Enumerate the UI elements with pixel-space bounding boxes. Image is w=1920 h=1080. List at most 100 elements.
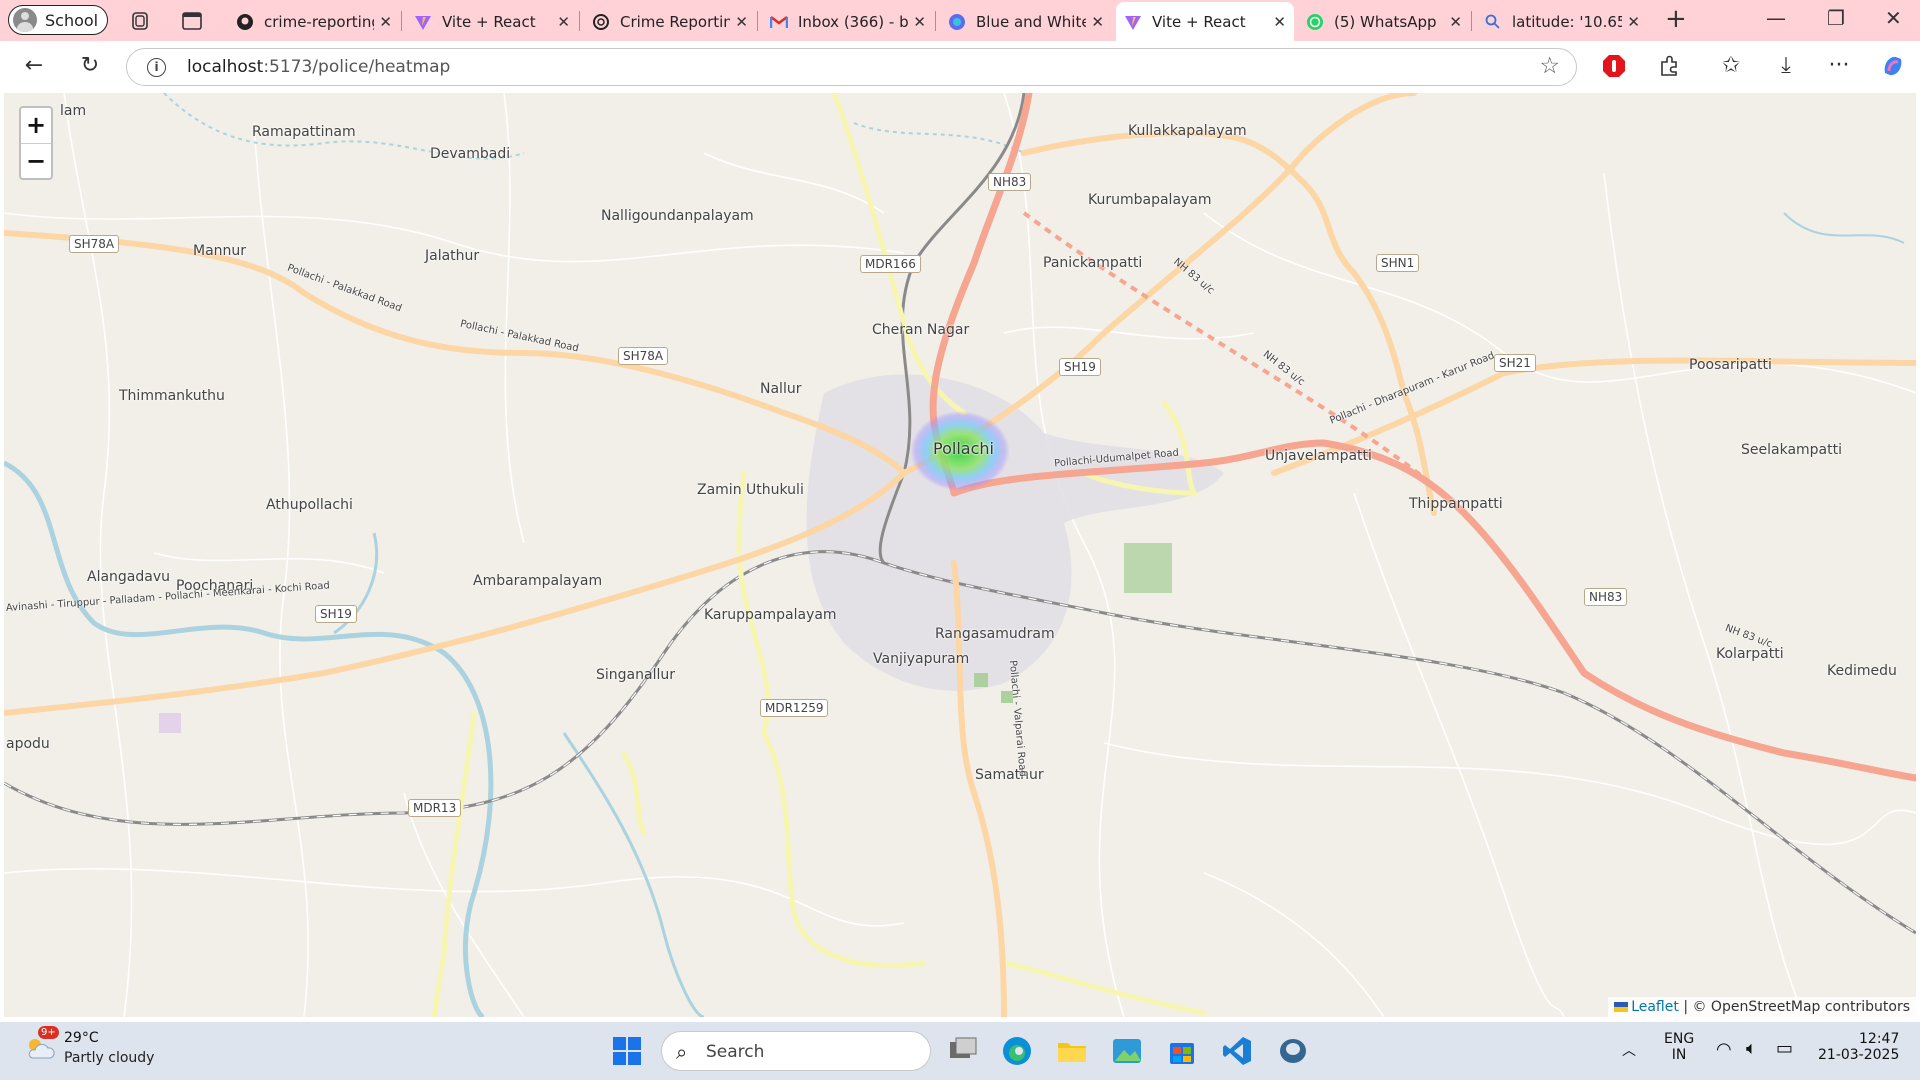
minimize-button[interactable]: —: [1766, 6, 1786, 30]
zoom-out-button[interactable]: −: [21, 143, 51, 178]
leaflet-link[interactable]: Leaflet: [1631, 999, 1679, 1015]
new-tab-button[interactable]: +: [1665, 4, 1687, 34]
adblock-icon[interactable]: [1601, 53, 1627, 79]
place-label: lam: [60, 103, 87, 119]
more-menu-icon[interactable]: ···: [1826, 53, 1852, 79]
tab-title: Inbox (366) - b: [798, 12, 908, 31]
restore-button[interactable]: ❐: [1827, 6, 1845, 30]
map-attribution: Leaflet | © OpenStreetMap contributors: [1608, 997, 1916, 1017]
tab-title: Crime Reporting: [620, 12, 730, 31]
back-arrow-icon[interactable]: ←: [21, 53, 47, 79]
place-label: Unjavelampatti: [1265, 448, 1372, 464]
tab-strip: School crime-reporting ✕ Vite + React ✕ …: [0, 0, 1920, 41]
photos-icon[interactable]: [1110, 1034, 1144, 1068]
tab-0[interactable]: crime-reporting ✕: [228, 2, 400, 41]
place-label: Zamin Uthukuli: [697, 482, 804, 498]
place-label: Kurumbapalayam: [1088, 192, 1212, 208]
site-info-icon[interactable]: i: [147, 58, 166, 77]
weather-condition: Partly cloudy: [64, 1050, 155, 1066]
address-bar[interactable]: i localhost:5173/police/heatmap ☆: [126, 48, 1577, 86]
place-label: Cheran Nagar: [872, 322, 970, 338]
downloads-icon[interactable]: ⤓: [1773, 53, 1799, 79]
heatmap-map[interactable]: + − Pollachi Ramapattinam Devambadi Nall…: [4, 93, 1916, 1017]
close-icon[interactable]: ✕: [1627, 13, 1640, 31]
tray-overflow-icon[interactable]: ︿: [1622, 1040, 1636, 1060]
osm-attribution[interactable]: | © OpenStreetMap contributors: [1683, 999, 1910, 1015]
vite-icon: [414, 13, 432, 31]
place-label: Jalathur: [425, 248, 480, 264]
partly-cloudy-icon: [28, 1039, 55, 1059]
close-icon[interactable]: ✕: [1091, 13, 1104, 31]
close-icon[interactable]: ✕: [735, 13, 748, 31]
close-icon[interactable]: ✕: [1273, 13, 1286, 31]
tab-title: Blue and White: [976, 12, 1086, 31]
road-shield: SH78A: [69, 235, 120, 253]
place-label: Singanallur: [596, 667, 675, 683]
copilot-icon[interactable]: [1880, 53, 1906, 79]
favorite-star-icon[interactable]: ☆: [1539, 53, 1560, 79]
openai-icon: [592, 13, 610, 31]
pgadmin-icon[interactable]: [1276, 1034, 1310, 1068]
notification-badge: 9+: [38, 1026, 59, 1039]
close-icon[interactable]: ✕: [1449, 13, 1462, 31]
place-label: Samathur: [975, 767, 1044, 783]
zoom-in-button[interactable]: +: [21, 108, 51, 143]
profile-button[interactable]: School: [8, 5, 108, 35]
place-label: Mannur: [193, 243, 247, 259]
place-label: Kullakkapalayam: [1128, 123, 1247, 139]
task-view-icon[interactable]: [946, 1034, 980, 1068]
battery-icon[interactable]: ▭: [1776, 1038, 1793, 1059]
refresh-icon[interactable]: ↻: [77, 53, 103, 79]
tab-title: Vite + React: [442, 12, 536, 31]
place-label: Poosaripatti: [1689, 357, 1772, 373]
vertical-tabs-icon[interactable]: [180, 9, 204, 33]
edge-icon[interactable]: [1000, 1034, 1034, 1068]
place-label: Ramapattinam: [252, 124, 356, 140]
profile-label: School: [45, 10, 99, 30]
workspaces-icon[interactable]: [128, 9, 152, 33]
lang-label: ENG: [1664, 1031, 1695, 1047]
wifi-icon[interactable]: ◠: [1716, 1039, 1732, 1060]
taskbar-search[interactable]: ⌕ Search: [661, 1031, 931, 1071]
close-window-button[interactable]: ✕: [1885, 6, 1902, 30]
tab-6[interactable]: (5) WhatsApp ✕: [1298, 2, 1470, 41]
extensions-icon[interactable]: [1656, 53, 1682, 79]
vscode-icon[interactable]: [1220, 1034, 1254, 1068]
place-label: Thimmankuthu: [119, 388, 225, 404]
language-indicator[interactable]: ENG IN: [1664, 1031, 1694, 1063]
road-shield: NH83: [1584, 588, 1628, 606]
clock-date: 21-03-2025: [1818, 1047, 1900, 1063]
clock-time: 12:47: [1859, 1031, 1900, 1047]
close-icon[interactable]: ✕: [557, 13, 570, 31]
navigation-bar: ← ↻ i localhost:5173/police/heatmap ☆ ✩ …: [0, 41, 1920, 93]
github-icon: [236, 13, 254, 31]
volume-icon[interactable]: 🔈︎: [1746, 1038, 1757, 1059]
place-label: Vanjiyapuram: [873, 651, 970, 667]
place-label: Rangasamudram: [935, 626, 1055, 642]
tab-2[interactable]: Crime Reporting ✕: [584, 2, 756, 41]
favorites-icon[interactable]: ✩: [1718, 53, 1744, 79]
clock[interactable]: 12:47 21-03-2025: [1818, 1031, 1899, 1063]
canva-icon: [948, 13, 966, 31]
tab-title: latitude: '10.65: [1512, 12, 1622, 31]
road-shield: SH19: [315, 605, 357, 623]
weather-temp: 29°C: [64, 1030, 99, 1046]
place-label: Devambadi: [430, 146, 511, 162]
place-label: Alangadavu: [87, 569, 171, 585]
close-icon[interactable]: ✕: [379, 13, 392, 31]
place-label: Ambarampalayam: [473, 573, 603, 589]
tab-3[interactable]: Inbox (366) - b ✕: [762, 2, 934, 41]
file-explorer-icon[interactable]: [1055, 1034, 1089, 1068]
road-shield: SHN1: [1376, 254, 1420, 272]
place-label: Nallur: [760, 381, 802, 397]
ukraine-flag-icon: [1614, 1002, 1629, 1012]
place-label: Kedimedu: [1827, 663, 1897, 679]
windows-start-icon[interactable]: [610, 1034, 644, 1068]
tab-4[interactable]: Blue and White ✕: [940, 2, 1112, 41]
close-icon[interactable]: ✕: [913, 13, 926, 31]
store-icon[interactable]: [1165, 1034, 1199, 1068]
tab-7[interactable]: latitude: '10.65 ✕: [1476, 2, 1648, 41]
tab-5-active[interactable]: Vite + React ✕: [1116, 2, 1294, 41]
search-icon: ⌕: [676, 1040, 688, 1064]
tab-1[interactable]: Vite + React ✕: [406, 2, 578, 41]
